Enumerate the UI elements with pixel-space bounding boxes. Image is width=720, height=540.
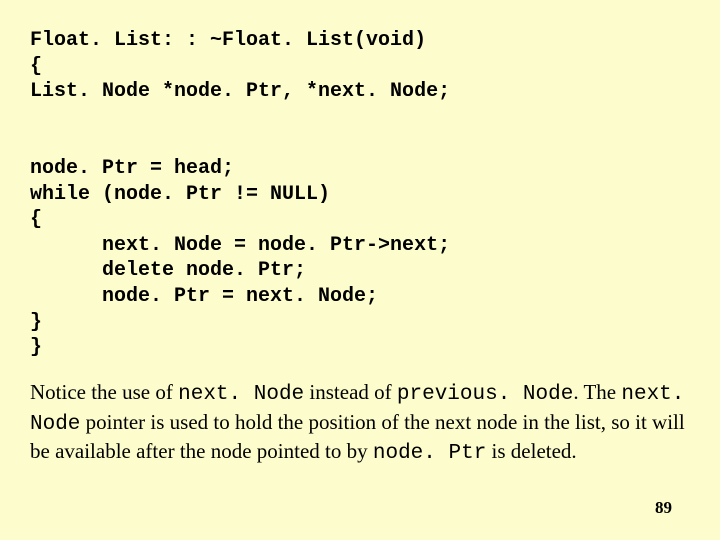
prose-paragraph: Notice the use of next. Node instead of …	[30, 379, 690, 469]
prose-text: is deleted.	[486, 439, 576, 463]
code-line: next. Node = node. Ptr->next;	[30, 234, 450, 257]
code-line: Float. List: : ~Float. List(void)	[30, 29, 426, 52]
code-line: }	[30, 311, 42, 334]
prose-text: Notice the use of	[30, 380, 178, 404]
page-number: 89	[655, 498, 672, 518]
prose-text: pointer is used to hold the position of …	[30, 410, 685, 464]
inline-code: next. Node	[178, 383, 304, 406]
code-line: node. Ptr = next. Node;	[30, 285, 378, 308]
code-line: {	[30, 55, 42, 78]
code-block: Float. List: : ~Float. List(void) { List…	[30, 28, 690, 361]
code-line: node. Ptr = head;	[30, 157, 234, 180]
inline-code: node. Ptr	[373, 442, 486, 465]
code-line: }	[30, 336, 42, 359]
code-line: delete node. Ptr;	[30, 259, 306, 282]
code-line: while (node. Ptr != NULL)	[30, 183, 330, 206]
code-line: {	[30, 208, 42, 231]
code-line: List. Node *node. Ptr, *next. Node;	[30, 80, 450, 103]
prose-text: . The	[573, 380, 621, 404]
prose-text: instead of	[304, 380, 397, 404]
inline-code: previous. Node	[397, 383, 573, 406]
